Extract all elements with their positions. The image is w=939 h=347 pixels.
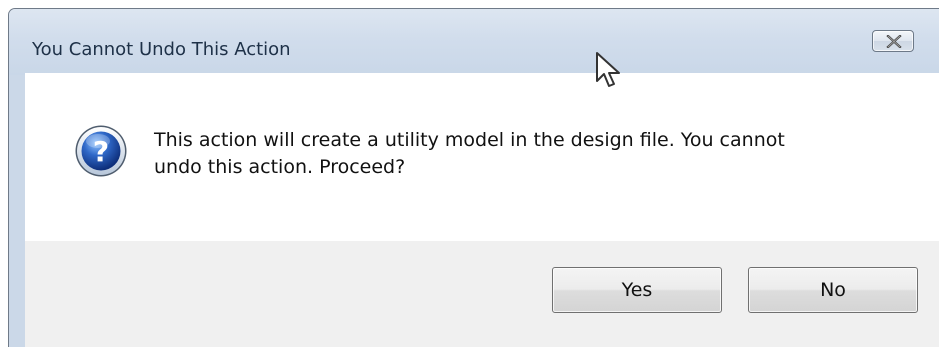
dialog-window: You Cannot Undo This Action ? This actio… <box>8 8 939 347</box>
arrow-cursor-icon <box>596 52 620 87</box>
message-line: undo this action. Proceed? <box>154 156 406 178</box>
button-area: Yes No <box>25 241 939 347</box>
message-line: This action will create a utility model … <box>154 129 785 151</box>
yes-button[interactable]: Yes <box>552 267 722 313</box>
close-icon <box>886 35 902 48</box>
svg-text:?: ? <box>93 135 109 168</box>
question-icon: ? <box>75 125 127 177</box>
no-button[interactable]: No <box>748 267 918 313</box>
message-text: This action will create a utility model … <box>154 127 924 181</box>
close-button[interactable] <box>872 30 914 52</box>
dialog-content: ? This action will create a utility mode… <box>25 73 939 241</box>
dialog-title: You Cannot Undo This Action <box>32 39 291 60</box>
title-bar[interactable]: You Cannot Undo This Action <box>9 9 939 75</box>
